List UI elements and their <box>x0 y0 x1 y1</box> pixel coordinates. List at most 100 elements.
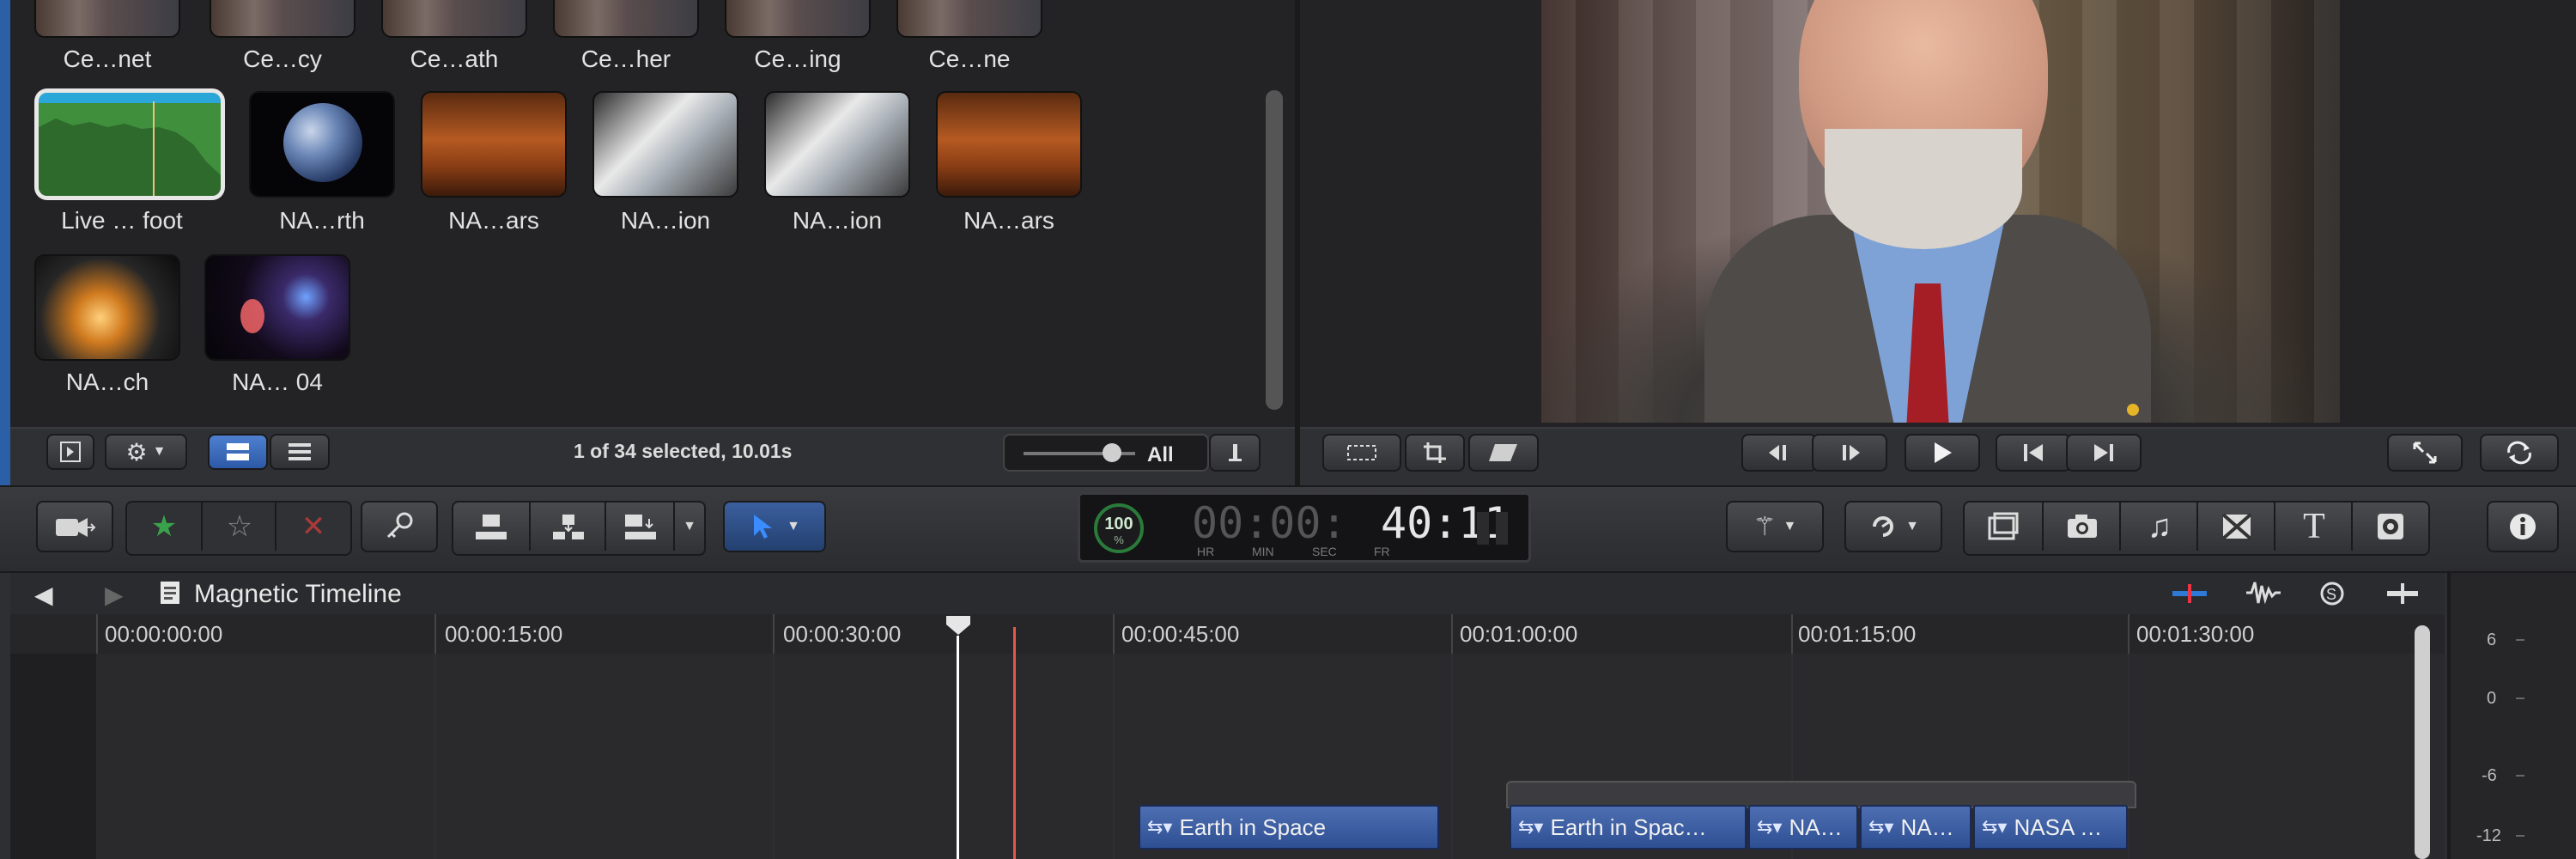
clip-menu-icon[interactable]: ⇆▾ <box>1518 816 1543 838</box>
clip-thumbnail[interactable] <box>383 0 526 36</box>
clip-thumbnail[interactable] <box>251 93 393 196</box>
ruler-label: 00:00:15:00 <box>445 621 563 647</box>
clip-thumbnail[interactable] <box>555 0 697 36</box>
loop-button[interactable] <box>2480 434 2559 472</box>
inspector-button[interactable] <box>2487 501 2559 552</box>
snapping-icon[interactable] <box>2384 581 2421 606</box>
show-event-library-button[interactable] <box>46 434 94 470</box>
fullscreen-button[interactable] <box>2387 434 2463 472</box>
clip-label: Ce…her <box>580 46 671 72</box>
timecode-dim: 00:00: <box>1192 498 1347 548</box>
keyword-editor-button[interactable] <box>361 501 438 552</box>
insert-clip-button[interactable] <box>529 503 606 551</box>
append-clip-button[interactable] <box>605 503 675 551</box>
clip-menu-icon[interactable]: ⇆▾ <box>1757 816 1782 838</box>
timeline-clip[interactable]: ⇆▾ Earth in Space <box>1139 805 1439 850</box>
meter-level-label: 0 <box>2487 689 2497 708</box>
crop-button[interactable] <box>1405 434 1465 472</box>
import-media-button[interactable] <box>36 501 113 552</box>
clip-thumbnail[interactable] <box>422 93 565 196</box>
ruler-tick <box>96 614 98 654</box>
clip-menu-icon[interactable]: ⇆▾ <box>1868 816 1893 838</box>
clip-thumbnail[interactable] <box>206 256 349 359</box>
go-to-end-button[interactable] <box>2066 434 2142 472</box>
forward-arrow-icon[interactable]: ▶ <box>105 581 124 609</box>
transform-button[interactable] <box>1322 434 1401 472</box>
generator-icon <box>2378 514 2403 539</box>
play-button[interactable] <box>1905 434 1980 472</box>
meter-tick <box>2516 698 2524 699</box>
audio-skimming-icon[interactable] <box>2243 579 2284 606</box>
clip-thumbnail-selected[interactable] <box>39 93 221 196</box>
effects-icon <box>1988 512 2019 540</box>
connect-clip-button[interactable] <box>453 503 529 551</box>
ruler-label: 00:01:00:00 <box>1460 621 1578 647</box>
select-tool-button[interactable]: ▼ <box>723 501 826 552</box>
clip-label: Ce…cy <box>243 46 322 72</box>
filmstrip-view-icon <box>227 443 249 460</box>
timeline-clip[interactable]: ⇆▾ NA… <box>1860 805 1971 850</box>
skimmer-line[interactable] <box>957 636 959 859</box>
zoom-slider-thumb[interactable] <box>1103 443 1121 462</box>
clip-thumbnail[interactable] <box>211 0 354 36</box>
reject-icon[interactable]: ✕ <box>275 503 350 551</box>
list-view-button[interactable] <box>270 434 330 470</box>
video-only-icon[interactable] <box>2169 581 2210 606</box>
transitions-browser-button[interactable] <box>2196 503 2275 551</box>
action-menu-button[interactable]: ⚙ ▼ <box>105 434 187 470</box>
enhancements-button[interactable]: ⚚ ▼ <box>1726 501 1824 552</box>
clip-thumbnail[interactable] <box>766 93 908 196</box>
list-view-icon <box>289 443 311 460</box>
solo-icon[interactable]: S <box>2313 581 2351 606</box>
chevron-down-icon: ▼ <box>1783 519 1797 533</box>
music-browser-button[interactable]: ♫ <box>2119 503 2198 551</box>
effects-browser-button[interactable] <box>1965 503 2042 551</box>
timeline-clip[interactable]: ⇆▾ NASA … <box>1973 805 2128 850</box>
star-icon[interactable]: ★ <box>127 503 201 551</box>
clip-thumbnail[interactable] <box>594 93 737 196</box>
clip-menu-icon[interactable]: ⇆▾ <box>1147 816 1172 838</box>
timeline-clip[interactable]: ⇆▾ Earth in Spac… <box>1510 805 1747 850</box>
timeline-scrollbar[interactable] <box>2415 625 2430 859</box>
retime-button[interactable]: ▼ <box>1844 501 1942 552</box>
clip-label: NA… 04 <box>232 369 323 395</box>
timeline-clip[interactable]: ⇆▾ NA… <box>1748 805 1858 850</box>
next-frame-button[interactable] <box>1812 434 1887 472</box>
generators-browser-button[interactable] <box>2351 503 2428 551</box>
go-to-end-icon <box>2094 444 2113 461</box>
zoom-all-label: All <box>1147 443 1174 466</box>
browser-scrollbar[interactable] <box>1266 90 1283 410</box>
distort-button[interactable] <box>1468 434 1539 472</box>
thumbnail-zoom-control[interactable]: All <box>1003 434 1209 472</box>
step-back-icon <box>1769 445 1786 460</box>
playhead-line[interactable] <box>1013 627 1016 859</box>
clip-appearance-button[interactable] <box>1209 434 1261 472</box>
music-icon: ♫ <box>2147 508 2172 545</box>
selection-status: 1 of 34 selected, 10.01s <box>574 440 793 462</box>
back-arrow-icon[interactable]: ◀ <box>34 581 53 609</box>
go-to-start-button[interactable] <box>1996 434 2071 472</box>
clip-label: NA…ars <box>963 207 1054 234</box>
filmstrip-view-button[interactable] <box>208 434 268 470</box>
clip-thumbnail[interactable] <box>36 256 179 359</box>
meter-level-label: -12 <box>2476 826 2501 845</box>
photo-browser-button[interactable] <box>2042 503 2121 551</box>
titles-browser-button[interactable]: T <box>2274 503 2353 551</box>
ruler-tick <box>2128 614 2129 654</box>
clip-title: Earth in Space <box>1179 813 1327 840</box>
clip-thumbnail[interactable] <box>726 0 869 36</box>
clip-label: NA…ch <box>65 369 149 395</box>
clip-thumbnail[interactable] <box>36 0 179 36</box>
clip-thumbnail[interactable] <box>898 0 1041 36</box>
unrate-star-icon[interactable]: ☆ <box>201 503 276 551</box>
svg-text:S: S <box>2326 586 2336 603</box>
clip-menu-icon[interactable]: ⇆▾ <box>1982 816 2007 838</box>
skimmer-handle-icon[interactable] <box>945 614 972 637</box>
meter-tick <box>2516 775 2524 777</box>
dashboard-timecode[interactable]: 100 % 00:00: 40:11 HR MIN SEC FR <box>1078 492 1531 563</box>
clip-thumbnail[interactable] <box>938 93 1080 196</box>
chevron-down-icon[interactable]: ▼ <box>673 503 704 551</box>
grid-line <box>773 654 775 859</box>
step-forward-icon <box>1843 445 1860 460</box>
previous-frame-button[interactable] <box>1741 434 1817 472</box>
